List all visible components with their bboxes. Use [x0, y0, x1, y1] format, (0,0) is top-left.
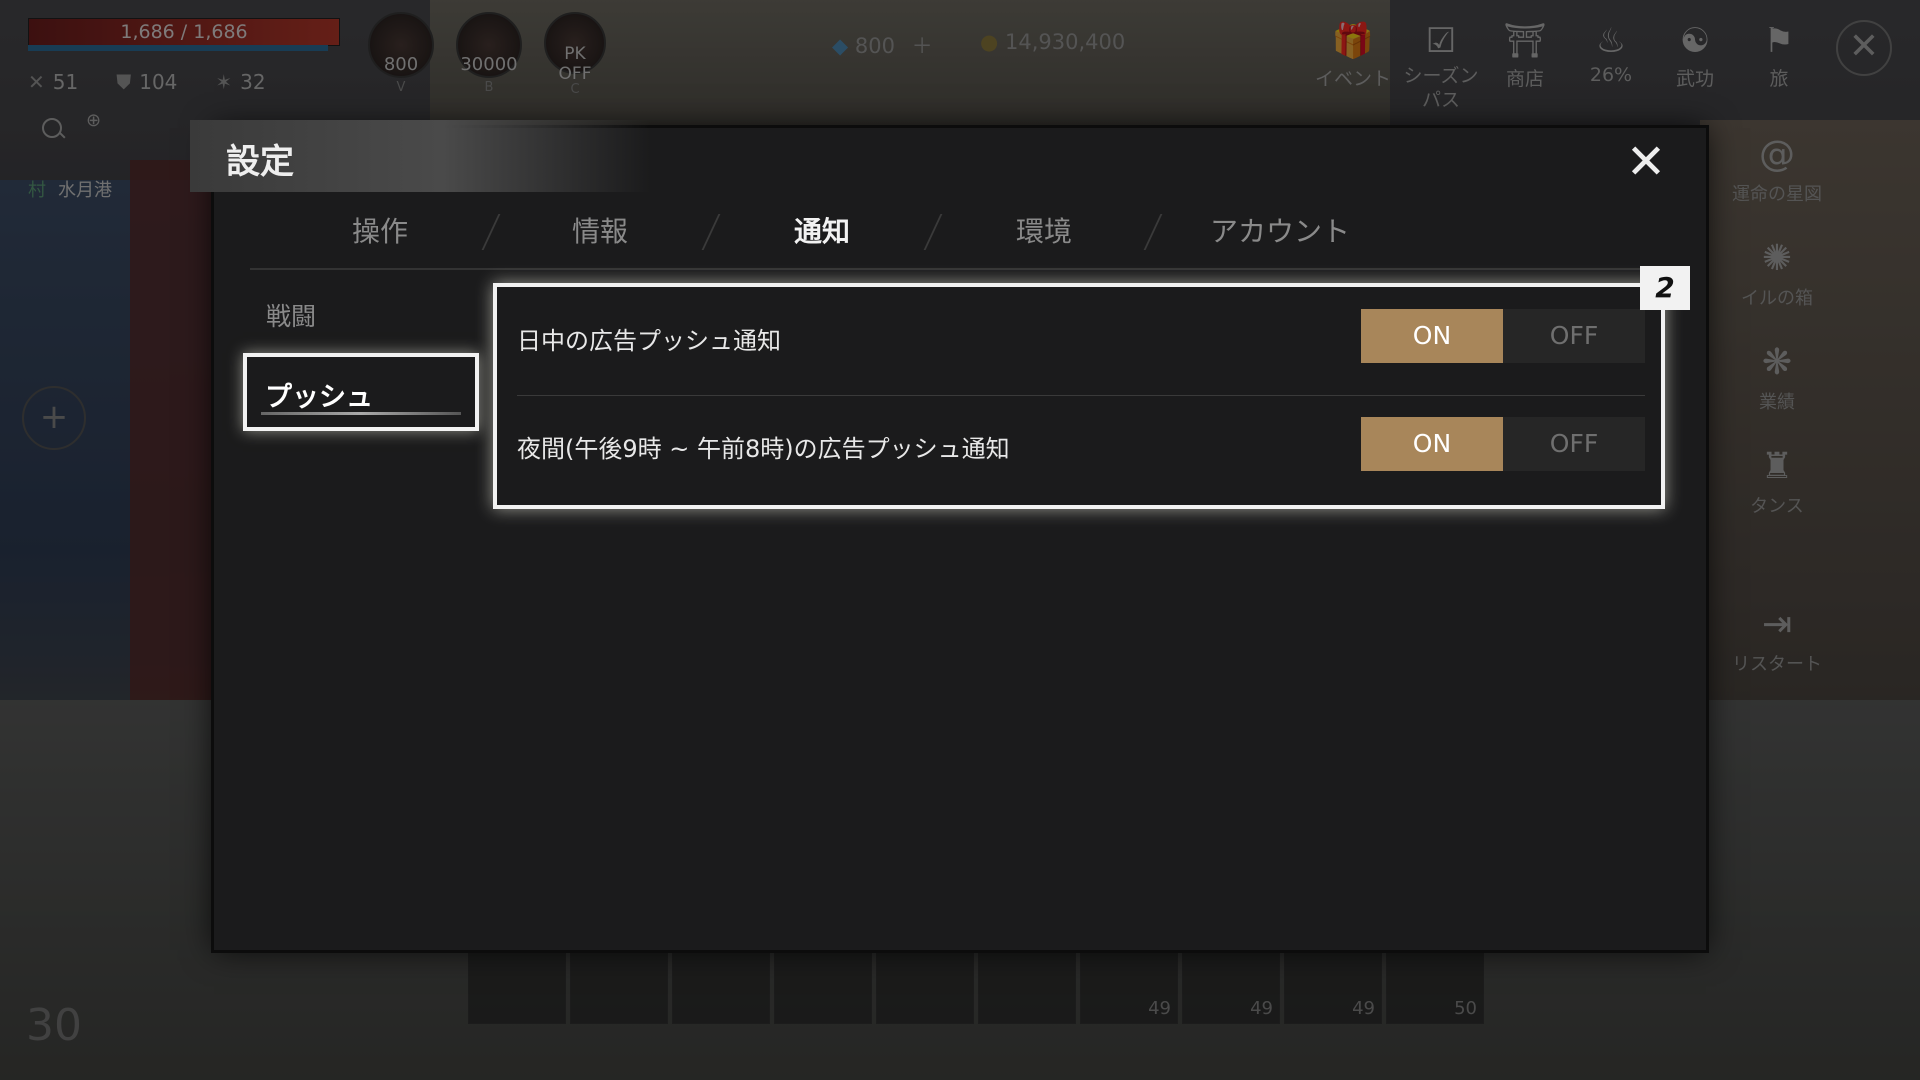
option-row-daytime-ad: 日中の広告プッシュ通知 ON OFF: [517, 287, 1645, 396]
step-badge: 2: [1640, 266, 1690, 310]
option-label: 夜間(午後9時 ~ 午前8時)の広告プッシュ通知: [517, 435, 1010, 463]
option-row-night-ad: 夜間(午後9時 ~ 午前8時)の広告プッシュ通知 ON OFF: [517, 395, 1645, 503]
toggle-on-button[interactable]: ON: [1361, 417, 1503, 471]
toggle-off-button[interactable]: OFF: [1503, 309, 1645, 363]
tab-controls[interactable]: 操作: [290, 210, 470, 250]
category-underline: [261, 412, 461, 415]
tab-notifications[interactable]: 通知: [732, 210, 912, 250]
push-options-panel: 日中の広告プッシュ通知 ON OFF 夜間(午後9時 ~ 午前8時)の広告プッシ…: [493, 283, 1665, 509]
category-push[interactable]: プッシュ: [243, 353, 479, 431]
toggle-off-button[interactable]: OFF: [1503, 417, 1645, 471]
tab-separator: [481, 214, 501, 250]
tab-separator: [923, 214, 943, 250]
tab-separator: [701, 214, 721, 250]
category-combat[interactable]: 戦闘: [266, 297, 316, 333]
toggle-on-button[interactable]: ON: [1361, 309, 1503, 363]
tab-account[interactable]: アカウント: [1170, 210, 1390, 250]
category-push-label: プッシュ: [265, 382, 373, 413]
tab-environment[interactable]: 環境: [954, 210, 1134, 250]
tab-divider: [250, 268, 1650, 270]
close-icon[interactable]: ✕: [1620, 136, 1672, 188]
tab-info[interactable]: 情報: [510, 210, 690, 250]
dialog-title: 設定: [226, 142, 294, 182]
option-label: 日中の広告プッシュ通知: [517, 327, 781, 355]
tab-separator: [1143, 214, 1163, 250]
daytime-ad-toggle: ON OFF: [1361, 309, 1645, 363]
night-ad-toggle: ON OFF: [1361, 417, 1645, 471]
settings-tabs: 操作 情報 通知 環境 アカウント: [290, 210, 1370, 260]
